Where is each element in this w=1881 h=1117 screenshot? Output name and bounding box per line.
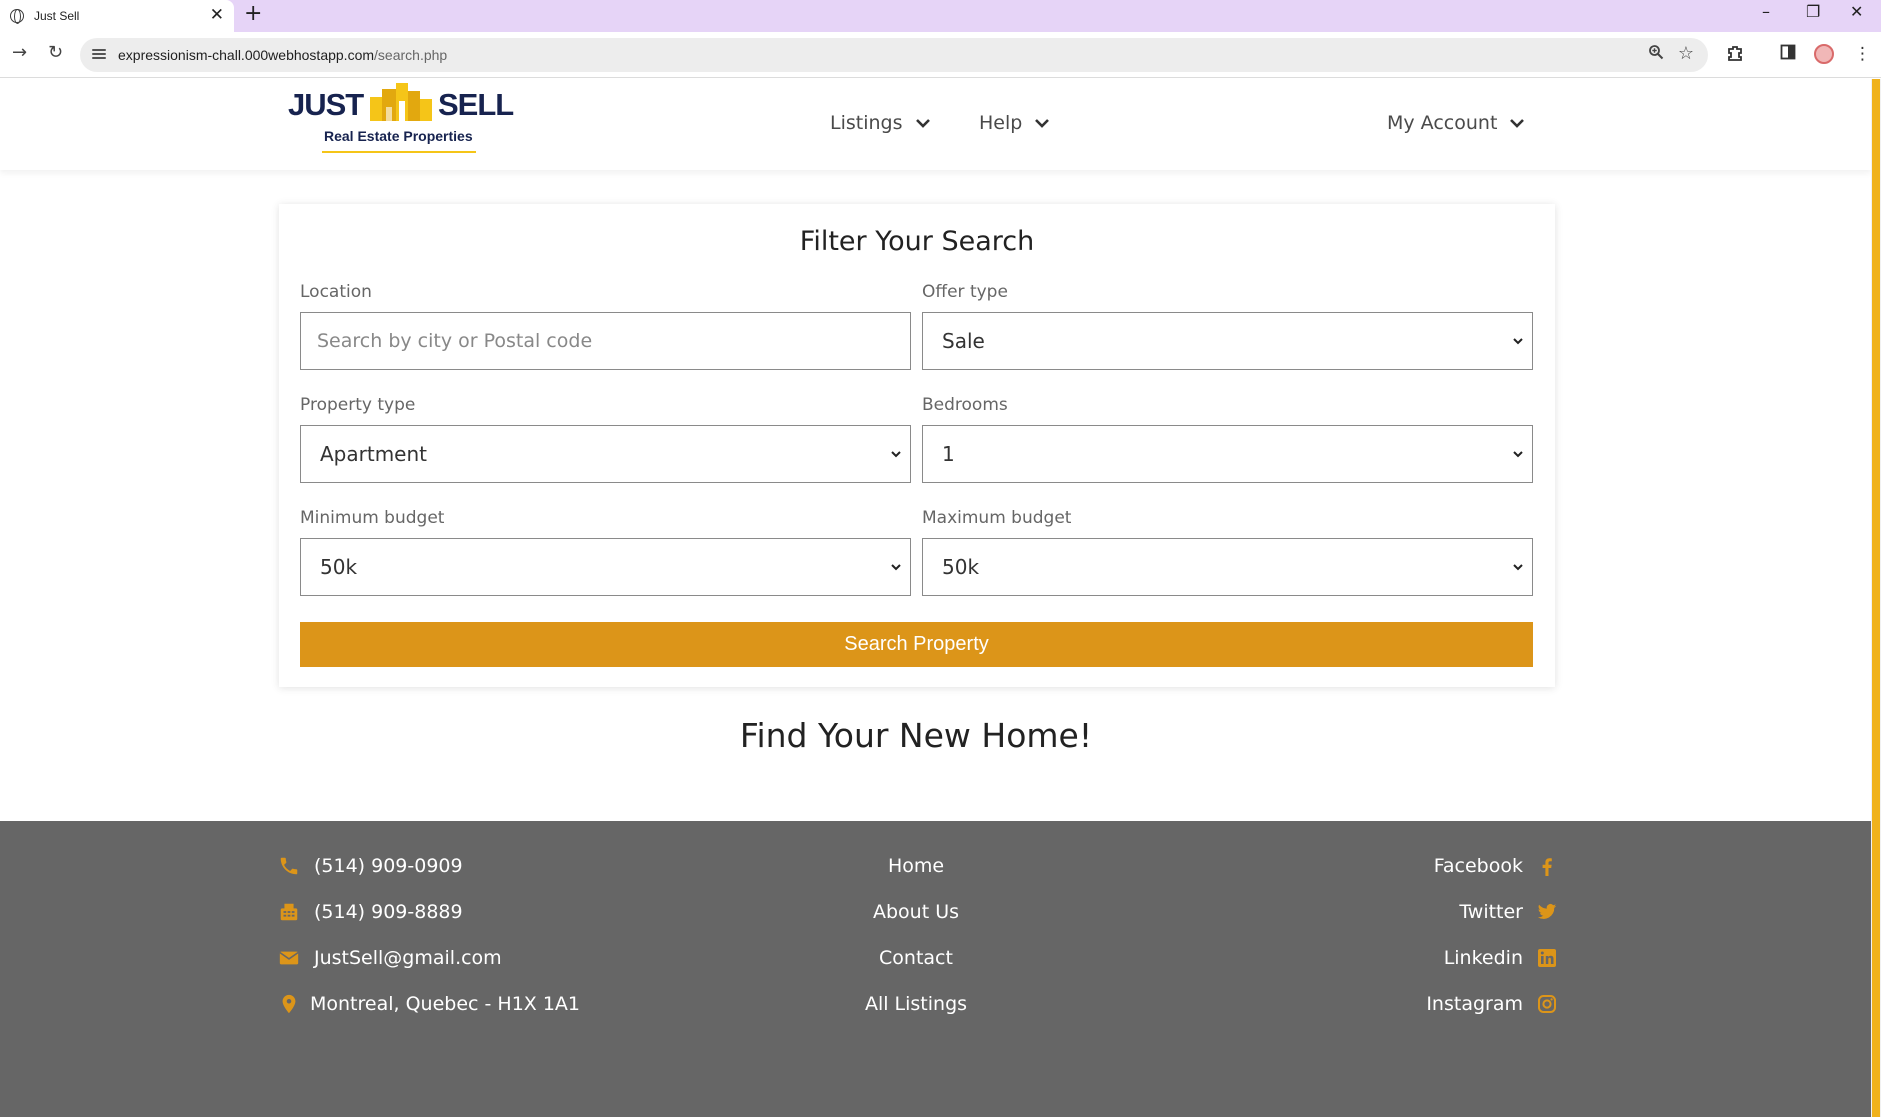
browser-tab[interactable]: Just Sell ✕ — [0, 0, 234, 32]
chevron-down-icon — [1513, 338, 1523, 345]
footer-link-contact[interactable]: Contact — [0, 947, 1832, 969]
instagram-icon — [1538, 995, 1556, 1013]
max-budget-select[interactable]: 50k — [922, 538, 1533, 596]
url-text: expressionism-chall.000webhostapp.com/se… — [118, 47, 448, 63]
offer-type-value: Sale — [942, 329, 985, 353]
footer-social-instagram[interactable]: Instagram — [1426, 993, 1557, 1015]
footer-social-facebook[interactable]: Facebook — [1434, 855, 1557, 877]
property-type-label: Property type — [300, 395, 416, 415]
tab-close-button[interactable]: ✕ — [210, 5, 224, 25]
zoom-icon[interactable] — [1648, 44, 1664, 64]
nav-my-account-label: My Account — [1387, 112, 1498, 134]
nav-my-account[interactable]: My Account — [1387, 112, 1525, 134]
bedrooms-select[interactable]: 1 — [922, 425, 1533, 483]
linkedin-label: Linkedin — [1443, 947, 1523, 969]
logo-word-right: SELL — [438, 87, 514, 122]
buildings-logo-icon — [370, 83, 432, 121]
new-tab-button[interactable]: + — [244, 1, 262, 26]
bookmark-star-icon[interactable]: ☆ — [1678, 43, 1694, 64]
logo-underline — [322, 151, 476, 153]
site-logo[interactable]: JUST SELL Real Estate Properties — [288, 79, 514, 161]
search-property-button[interactable]: Search Property — [300, 622, 1533, 667]
close-window-button[interactable]: ✕ — [1850, 2, 1863, 21]
address-bar[interactable]: expressionism-chall.000webhostapp.com/se… — [80, 38, 1708, 72]
nav-help-label: Help — [979, 112, 1023, 134]
side-panel-icon[interactable] — [1780, 44, 1796, 65]
site-footer: (514) 909-0909 (514) 909-8889 JustSell@g… — [0, 821, 1871, 1117]
instagram-label: Instagram — [1426, 993, 1523, 1015]
offer-type-select[interactable]: Sale — [922, 312, 1533, 370]
footer-link-all-listings[interactable]: All Listings — [0, 993, 1832, 1015]
chevron-down-icon — [915, 119, 930, 128]
site-header: JUST SELL Real Estate Properties Listing… — [0, 79, 1871, 170]
extensions-icon[interactable] — [1726, 44, 1744, 67]
facebook-label: Facebook — [1433, 855, 1523, 877]
restore-button[interactable]: ❐ — [1806, 2, 1820, 21]
min-budget-select[interactable]: 50k — [300, 538, 911, 596]
filter-title: Filter Your Search — [799, 226, 1035, 257]
filter-card: Filter Your Search Location Search by ci… — [279, 204, 1555, 687]
chevron-down-icon — [1510, 119, 1525, 128]
location-label: Location — [300, 282, 372, 302]
chevron-down-icon — [1513, 451, 1523, 458]
twitter-label: Twitter — [1459, 901, 1523, 923]
offer-type-label: Offer type — [922, 282, 1008, 302]
footer-link-home[interactable]: Home — [0, 855, 1832, 877]
globe-icon — [10, 9, 24, 24]
page-viewport: JUST SELL Real Estate Properties Listing… — [0, 79, 1871, 1117]
max-budget-value: 50k — [942, 555, 980, 579]
chevron-down-icon — [891, 564, 901, 571]
logo-word-left: JUST — [288, 87, 364, 122]
location-placeholder: Search by city or Postal code — [317, 330, 593, 352]
tab-title: Just Sell — [34, 9, 80, 23]
nav-listings[interactable]: Listings — [830, 112, 931, 134]
nav-listings-label: Listings — [830, 112, 903, 134]
chevron-down-icon — [1513, 564, 1523, 571]
bedrooms-label: Bedrooms — [922, 395, 1008, 415]
reload-icon[interactable]: ↻ — [48, 42, 63, 63]
min-budget-value: 50k — [320, 555, 358, 579]
linkedin-icon — [1538, 949, 1556, 967]
scrollbar-thumb[interactable] — [1872, 79, 1880, 1117]
twitter-icon — [1537, 904, 1557, 919]
min-budget-label: Minimum budget — [300, 508, 445, 528]
find-home-heading: Find Your New Home! — [739, 716, 1093, 755]
max-budget-label: Maximum budget — [922, 508, 1072, 528]
property-type-value: Apartment — [320, 442, 428, 466]
nav-help[interactable]: Help — [979, 112, 1050, 134]
logo-tagline: Real Estate Properties — [324, 128, 473, 144]
footer-social-linkedin[interactable]: Linkedin — [1444, 947, 1557, 969]
browser-menu-icon[interactable]: ⋮ — [1854, 44, 1871, 64]
page-scrollbar[interactable] — [1871, 79, 1881, 1117]
footer-link-about-us[interactable]: About Us — [0, 901, 1832, 923]
browser-tab-strip: Just Sell ✕ + – ❐ ✕ — [0, 0, 1881, 32]
location-input[interactable]: Search by city or Postal code — [300, 312, 911, 370]
property-type-select[interactable]: Apartment — [300, 425, 911, 483]
chevron-down-icon — [1035, 119, 1050, 128]
facebook-icon — [1542, 858, 1552, 876]
profile-avatar[interactable] — [1814, 44, 1834, 64]
browser-toolbar: → ↻ expressionism-chall.000webhostapp.co… — [0, 32, 1881, 78]
minimize-button[interactable]: – — [1762, 2, 1770, 21]
site-info-icon[interactable] — [92, 47, 106, 61]
bedrooms-value: 1 — [942, 442, 955, 466]
forward-icon[interactable]: → — [12, 42, 27, 63]
footer-social-twitter[interactable]: Twitter — [1459, 901, 1557, 923]
chevron-down-icon — [891, 451, 901, 458]
